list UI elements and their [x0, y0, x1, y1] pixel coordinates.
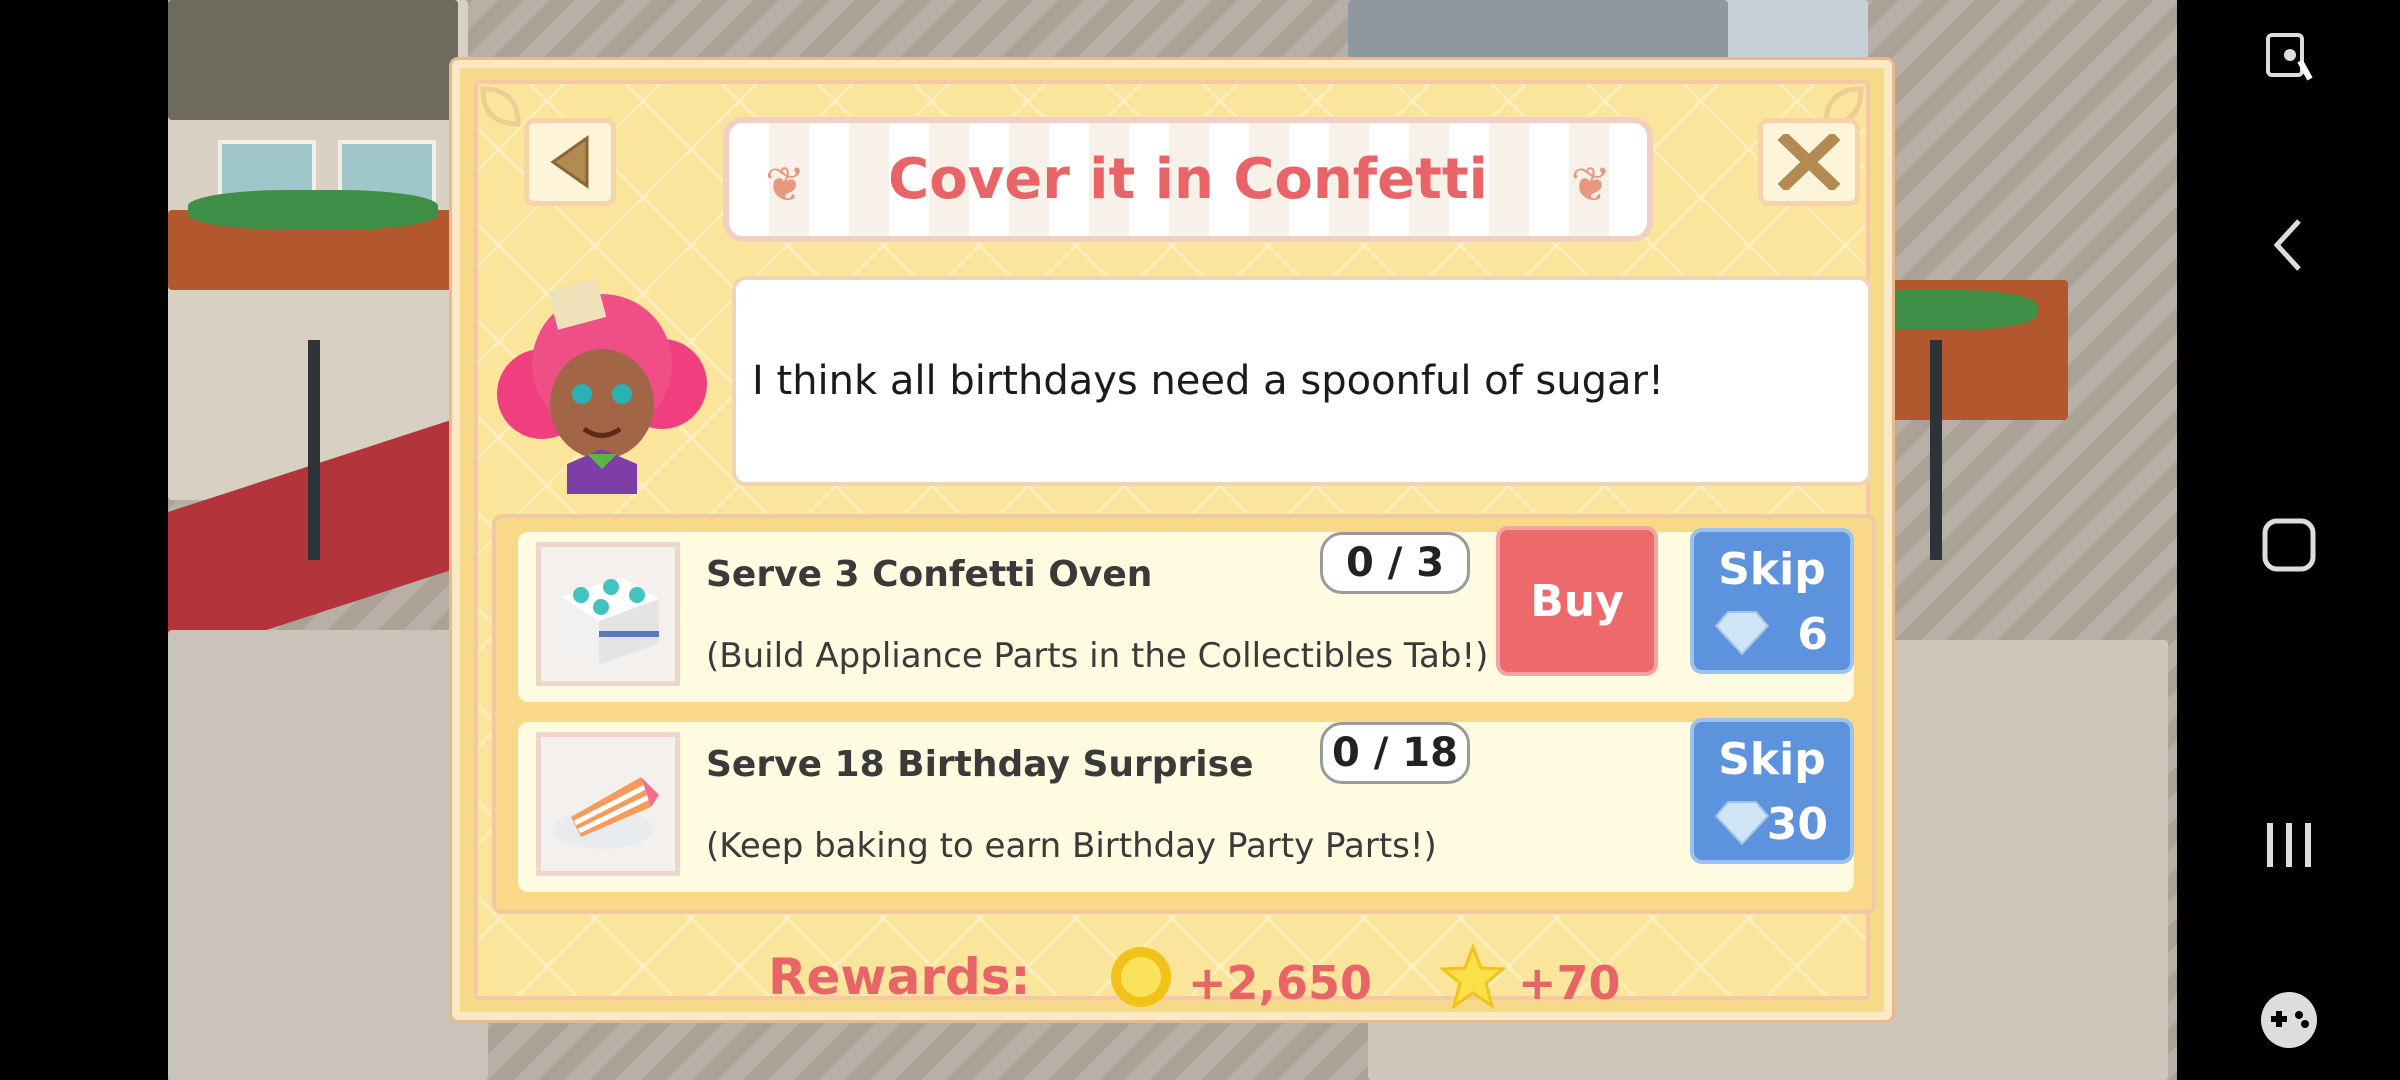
- skip-label: Skip: [1718, 544, 1826, 595]
- nav-recents-button[interactable]: [2177, 810, 2400, 880]
- gem-icon: [1714, 611, 1770, 656]
- street-lamp: [308, 340, 320, 560]
- nav-home-button[interactable]: [2177, 510, 2400, 580]
- nav-back-button[interactable]: [2177, 210, 2400, 280]
- back-icon: [2273, 219, 2301, 271]
- flourish-icon: ❦: [1570, 157, 1611, 213]
- close-x-icon: [1778, 134, 1840, 190]
- buy-button[interactable]: Buy: [1496, 526, 1658, 676]
- dialog-panel: ❦ Cover it in Confetti ❦ I think all bir…: [474, 80, 1876, 1010]
- dialog-title: Cover it in Confetti: [888, 147, 1488, 212]
- close-button[interactable]: [1758, 118, 1860, 206]
- character-avatar: [492, 264, 712, 494]
- rewards-label: Rewards:: [768, 948, 1031, 1006]
- confetti-cake-icon: [561, 577, 659, 665]
- coin-icon: [1111, 947, 1171, 1007]
- back-button[interactable]: [524, 118, 616, 206]
- star-icon: [1440, 944, 1506, 1010]
- flourish-icon: ❦: [765, 157, 806, 213]
- quest-dialog: ❦ Cover it in Confetti ❦ I think all bir…: [452, 60, 1892, 1020]
- game-tools-button[interactable]: [2177, 985, 2400, 1055]
- skip-button[interactable]: Skip 6: [1690, 528, 1854, 674]
- speech-bubble: I think all birthdays need a spoonful of…: [732, 276, 1872, 486]
- task-progress: 0 / 3: [1320, 532, 1470, 594]
- task-row: Serve 18 Birthday Surprise (Keep baking …: [518, 718, 1854, 892]
- title-banner: ❦ Cover it in Confetti ❦: [723, 117, 1653, 242]
- screen-lock-button[interactable]: [2177, 20, 2400, 90]
- skip-button[interactable]: Skip 30: [1690, 718, 1854, 864]
- quest-message: I think all birthdays need a spoonful of…: [752, 358, 1664, 404]
- task-title: Serve 3 Confetti Oven: [706, 554, 1153, 595]
- skip-gem-cost: 6: [1797, 609, 1828, 660]
- rewards-bar: Rewards: +2,650 +70: [478, 934, 1890, 1026]
- gem-icon: [1714, 801, 1770, 846]
- star-reward: +70: [1518, 956, 1621, 1010]
- task-hint: (Build Appliance Parts in the Collectibl…: [706, 636, 1489, 676]
- cake-slice-icon: [553, 777, 659, 849]
- screen-lock-icon: [2265, 33, 2313, 81]
- task-progress: 0 / 18: [1320, 722, 1470, 784]
- cafe-floor: [168, 630, 488, 1080]
- coin-reward: +2,650: [1188, 956, 1373, 1010]
- task-hint: (Keep baking to earn Birthday Party Part…: [706, 826, 1437, 866]
- home-icon: [2262, 518, 2315, 572]
- confetti-oven-thumbnail: [536, 542, 680, 686]
- skip-label: Skip: [1718, 734, 1826, 785]
- street-lamp: [1930, 340, 1942, 560]
- roof: [168, 0, 458, 120]
- skip-gem-cost: 30: [1766, 799, 1828, 850]
- task-title: Serve 18 Birthday Surprise: [706, 744, 1254, 785]
- flower-box: [188, 190, 438, 230]
- task-row: Serve 3 Confetti Oven (Build Appliance P…: [518, 526, 1854, 702]
- task-list: Serve 3 Confetti Oven (Build Appliance P…: [492, 514, 1876, 914]
- game-tools-icon: [2260, 992, 2317, 1048]
- birthday-surprise-thumbnail: [536, 732, 680, 876]
- back-arrow-icon: [550, 135, 589, 189]
- system-nav-bar: [2177, 0, 2400, 1080]
- recents-icon: [2266, 823, 2311, 867]
